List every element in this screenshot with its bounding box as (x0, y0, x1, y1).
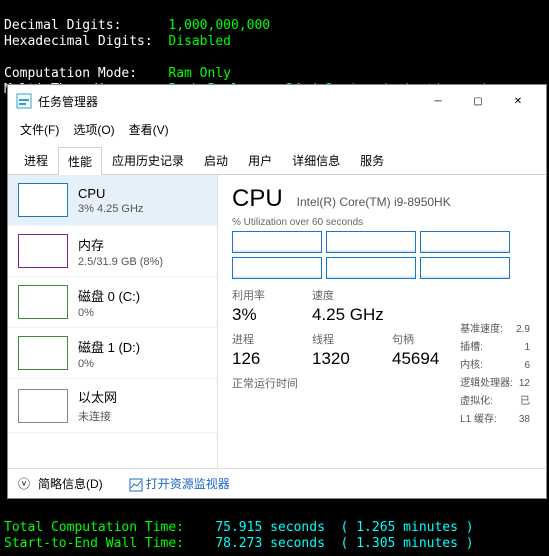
sidebar-item-memory[interactable]: 内存 2.5/31.9 GB (8%) (8, 226, 217, 277)
info-value: 已 (520, 393, 530, 411)
sidebar-item-disk1[interactable]: 磁盘 1 (D:) 0% (8, 328, 217, 379)
util-value: 3% (232, 305, 292, 325)
disk0-thumb (18, 285, 68, 319)
total-time-label: Total Computation Time: (4, 520, 184, 535)
cpu-info-table: 基准速度: 2.9 插槽: 1 内核: 6 逻辑处理器: 12 虚拟化: 已 L1 缓存:… (460, 321, 530, 429)
tab-app-history[interactable]: 应用历史记录 (102, 146, 194, 174)
open-resmon-link[interactable]: 打开资源监视器 (129, 475, 230, 492)
speed-label: 速度 (312, 287, 384, 303)
menubar: 文件(F) 选项(O) 查看(V) (8, 117, 546, 146)
fewer-details-button[interactable]: 简略信息(D) (38, 475, 103, 492)
info-value: 2.9 (516, 321, 530, 339)
tabbar: 进程 性能 应用历史记录 启动 用户 详细信息 服务 (8, 146, 546, 175)
sidebar-memory-stat: 2.5/31.9 GB (8%) (78, 256, 163, 268)
proc-label: 进程 (232, 331, 292, 347)
tab-services[interactable]: 服务 (350, 146, 394, 174)
chevron-up-icon[interactable]: ⓥ (18, 475, 30, 492)
info-label: 基准速度: (460, 321, 503, 339)
sidebar-ethernet-stat: 未连接 (78, 408, 117, 424)
task-manager-window: 任务管理器 ─ ▢ ✕ 文件(F) 选项(O) 查看(V) 进程 性能 应用历史… (7, 84, 547, 499)
handle-label: 句柄 (392, 331, 452, 347)
sidebar: CPU 3% 4.25 GHz 内存 2.5/31.9 GB (8%) 磁盘 0… (8, 175, 218, 468)
speed-value: 4.25 GHz (312, 305, 384, 325)
menu-file[interactable]: 文件(F) (14, 119, 65, 140)
disk1-thumb (18, 336, 68, 370)
info-label: L1 缓存: (460, 411, 497, 429)
main-panel: CPU Intel(R) Core(TM) i9-8950HK % Utiliz… (218, 175, 546, 468)
tab-performance[interactable]: 性能 (58, 147, 102, 175)
info-label: 逻辑处理器: (460, 375, 513, 393)
minimize-button[interactable]: ─ (418, 86, 458, 116)
hex-digits-label: Hexadecimal Digits: (4, 34, 153, 49)
computation-mode-value: Ram Only (168, 66, 231, 81)
proc-value: 126 (232, 349, 292, 369)
sidebar-disk0-name: 磁盘 0 (C:) (78, 286, 140, 305)
info-label: 内核: (460, 357, 483, 375)
cpu-heading: CPU (232, 185, 283, 213)
decimal-digits-value: 1,000,000,000 (168, 18, 270, 33)
content-area: CPU 3% 4.25 GHz 内存 2.5/31.9 GB (8%) 磁盘 0… (8, 175, 546, 468)
window-title: 任务管理器 (38, 93, 418, 110)
tab-processes[interactable]: 进程 (14, 146, 58, 174)
wall-time-label: Start-to-End Wall Time: (4, 536, 184, 551)
sidebar-memory-name: 内存 (78, 235, 163, 254)
resmon-label: 打开资源监视器 (146, 477, 230, 491)
handle-value: 45694 (392, 349, 452, 369)
info-label: 插槽: (460, 339, 483, 357)
tab-startup[interactable]: 启动 (194, 146, 238, 174)
sidebar-disk1-stat: 0% (78, 358, 140, 370)
hex-digits-value: Disabled (168, 34, 231, 49)
ethernet-thumb (18, 389, 68, 423)
chart-label: % Utilization over 60 seconds (232, 217, 538, 228)
sidebar-item-cpu[interactable]: CPU 3% 4.25 GHz (8, 175, 217, 226)
util-label: 利用率 (232, 287, 292, 303)
sidebar-disk1-name: 磁盘 1 (D:) (78, 337, 140, 356)
core-chart (326, 257, 416, 279)
info-value: 6 (524, 357, 530, 375)
total-time-value: 75.915 seconds ( 1.265 minutes ) (215, 520, 473, 535)
sidebar-cpu-name: CPU (78, 186, 143, 201)
sidebar-ethernet-name: 以太网 (78, 387, 117, 406)
tab-users[interactable]: 用户 (238, 146, 282, 174)
cpu-model: Intel(R) Core(TM) i9-8950HK (297, 195, 451, 209)
core-chart (326, 231, 416, 253)
sidebar-item-disk0[interactable]: 磁盘 0 (C:) 0% (8, 277, 217, 328)
footer: ⓥ 简略信息(D) 打开资源监视器 (8, 468, 546, 498)
resmon-icon (129, 478, 143, 492)
app-icon (16, 93, 32, 109)
thread-label: 线程 (312, 331, 372, 347)
sidebar-item-ethernet[interactable]: 以太网 未连接 (8, 379, 217, 433)
titlebar[interactable]: 任务管理器 ─ ▢ ✕ (8, 85, 546, 117)
close-button[interactable]: ✕ (498, 86, 538, 116)
thread-value: 1320 (312, 349, 372, 369)
core-chart (420, 257, 510, 279)
info-value: 38 (519, 411, 530, 429)
computation-mode-label: Computation Mode: (4, 66, 137, 81)
cpu-chart (232, 231, 538, 279)
menu-view[interactable]: 查看(V) (123, 119, 175, 140)
cpu-thumb (18, 183, 68, 217)
sidebar-disk0-stat: 0% (78, 307, 140, 319)
info-value: 1 (524, 339, 530, 357)
maximize-button[interactable]: ▢ (458, 86, 498, 116)
decimal-digits-label: Decimal Digits: (4, 18, 121, 33)
info-label: 虚拟化: (460, 393, 493, 411)
terminal-bottom: Total Computation Time: 75.915 seconds (… (0, 502, 478, 554)
sidebar-cpu-stat: 3% 4.25 GHz (78, 203, 143, 215)
core-chart (232, 231, 322, 253)
wall-time-value: 78.273 seconds ( 1.305 minutes ) (215, 536, 473, 551)
core-chart (232, 257, 322, 279)
info-value: 12 (519, 375, 530, 393)
menu-options[interactable]: 选项(O) (67, 119, 120, 140)
core-chart (420, 231, 510, 253)
tab-details[interactable]: 详细信息 (282, 146, 350, 174)
memory-thumb (18, 234, 68, 268)
